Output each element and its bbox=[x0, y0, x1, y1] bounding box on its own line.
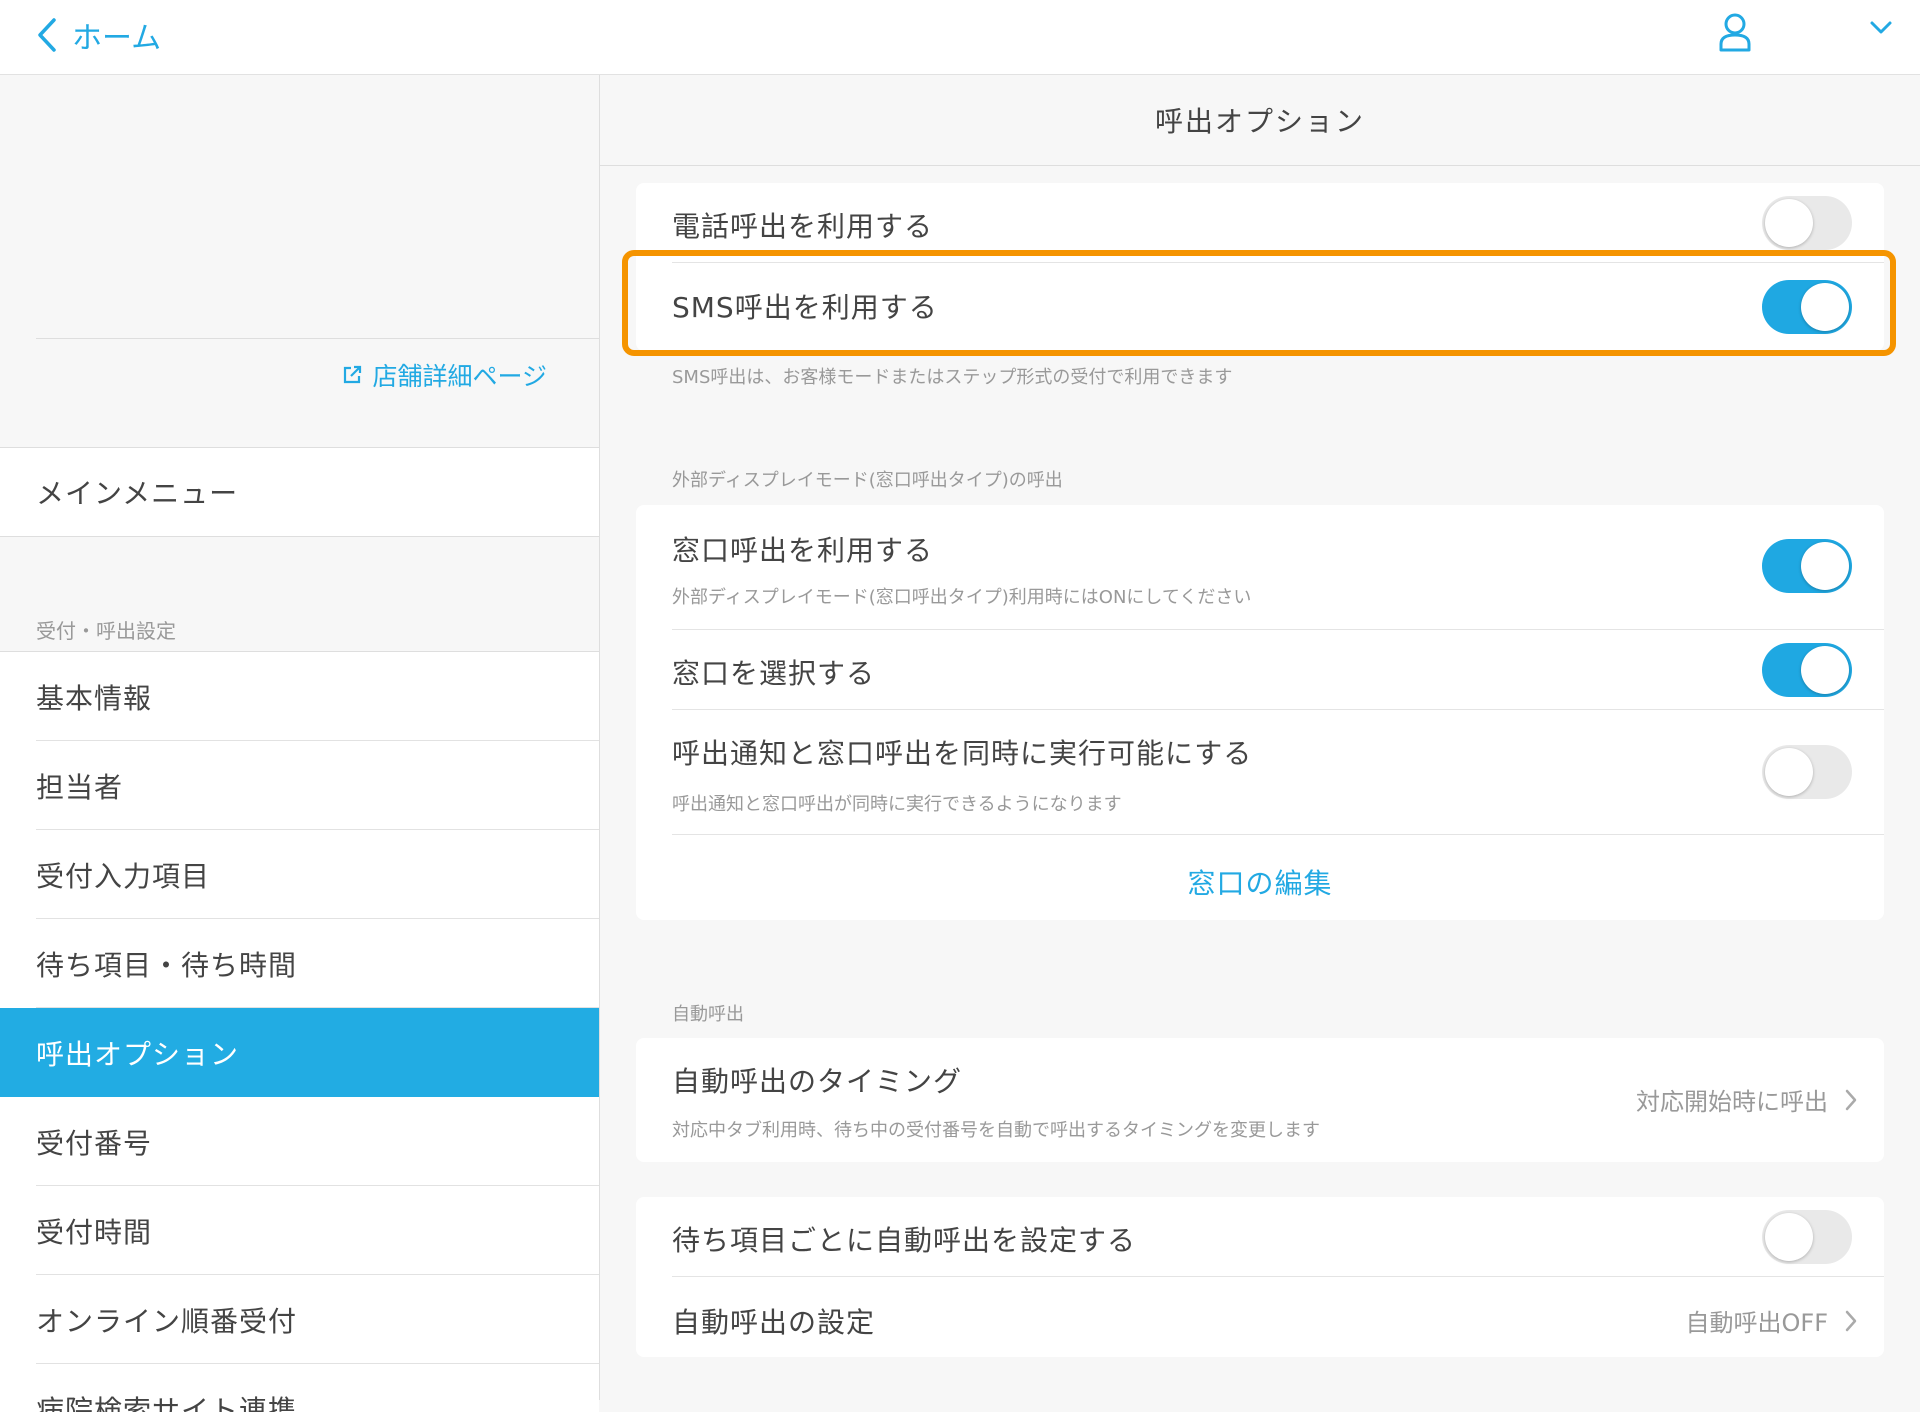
chevron-left-icon bbox=[36, 17, 58, 53]
per-item-auto-row: 待ち項目ごとに自動呼出を設定する bbox=[672, 1197, 1884, 1277]
auto-timing-label: 自動呼出のタイミング bbox=[672, 1060, 962, 1100]
sidebar-item-label: オンライン順番受付 bbox=[36, 1300, 297, 1340]
row-divider bbox=[672, 834, 1884, 835]
window-section-label: 外部ディスプレイモード(窓口呼出タイプ)の呼出 bbox=[672, 466, 1063, 492]
sms-note: SMS呼出は、お客様モードまたはステップ形式の受付で利用できます bbox=[672, 363, 1232, 389]
auto-section-label: 自動呼出 bbox=[672, 1000, 744, 1026]
sidebar-divider bbox=[36, 338, 599, 339]
sms-call-toggle[interactable] bbox=[1762, 280, 1852, 334]
window-call-card: 窓口呼出を利用する 外部ディスプレイモード(窓口呼出タイプ)利用時にはONにして… bbox=[636, 505, 1884, 920]
use-window-call-toggle[interactable] bbox=[1762, 539, 1852, 593]
sidebar-item-label: 担当者 bbox=[36, 766, 123, 806]
call-settings-card: 電話呼出を利用する SMS呼出を利用する bbox=[636, 183, 1884, 351]
main-menu-label: メインメニュー bbox=[36, 472, 238, 512]
toggle-knob bbox=[1765, 199, 1813, 247]
auto-settings-row[interactable]: 自動呼出の設定 自動呼出OFF bbox=[672, 1277, 1884, 1357]
main-content: 呼出オプション 電話呼出を利用する SMS呼出を利用する SMS呼出は、お客様モ… bbox=[600, 75, 1920, 1400]
phone-call-label: 電話呼出を利用する bbox=[672, 205, 933, 245]
sidebar-item-call-options[interactable]: 呼出オプション bbox=[0, 1008, 599, 1097]
sidebar-item-reception-number[interactable]: 受付番号 bbox=[0, 1097, 599, 1186]
use-window-call-row: 窓口呼出を利用する 外部ディスプレイモード(窓口呼出タイプ)利用時にはONにして… bbox=[672, 505, 1884, 630]
sidebar: 店舗詳細ページ メインメニュー 受付・呼出設定 基本情報 担当者 受付入力項目 … bbox=[0, 75, 600, 1400]
toggle-knob bbox=[1801, 646, 1849, 694]
section-label: 受付・呼出設定 bbox=[36, 615, 176, 644]
auto-settings-label: 自動呼出の設定 bbox=[672, 1301, 875, 1341]
auto-timing-row: 自動呼出のタイミング 対応中タブ利用時、待ち中の受付番号を自動で呼出するタイミン… bbox=[672, 1038, 1884, 1162]
sidebar-item-staff[interactable]: 担当者 bbox=[0, 741, 599, 830]
toggle-knob bbox=[1801, 283, 1849, 331]
auto-settings-value[interactable]: 自動呼出OFF bbox=[1686, 1303, 1859, 1338]
sidebar-item-label: 病院検索サイト連携 bbox=[36, 1389, 297, 1412]
simultaneous-toggle[interactable] bbox=[1762, 745, 1852, 799]
auto-timing-card[interactable]: 自動呼出のタイミング 対応中タブ利用時、待ち中の受付番号を自動で呼出するタイミン… bbox=[636, 1038, 1884, 1162]
select-window-row: 窓口を選択する bbox=[672, 630, 1884, 710]
sidebar-item-reception-time[interactable]: 受付時間 bbox=[0, 1186, 599, 1275]
sidebar-item-online-queue[interactable]: オンライン順番受付 bbox=[0, 1275, 599, 1364]
use-window-call-label: 窓口呼出を利用する bbox=[672, 529, 933, 569]
per-item-auto-toggle[interactable] bbox=[1762, 1210, 1852, 1264]
sidebar-item-hospital-search[interactable]: 病院検索サイト連携 bbox=[0, 1364, 599, 1412]
phone-call-toggle[interactable] bbox=[1762, 196, 1852, 250]
chevron-right-icon bbox=[1844, 1088, 1858, 1112]
per-item-auto-label: 待ち項目ごとに自動呼出を設定する bbox=[672, 1219, 1136, 1259]
select-window-toggle[interactable] bbox=[1762, 643, 1852, 697]
toggle-knob bbox=[1765, 1213, 1813, 1261]
sidebar-item-label: 待ち項目・待ち時間 bbox=[36, 944, 297, 984]
edit-window-link[interactable]: 窓口の編集 bbox=[636, 862, 1884, 902]
sidebar-item-reception-fields[interactable]: 受付入力項目 bbox=[0, 830, 599, 919]
simultaneous-row: 呼出通知と窓口呼出を同時に実行可能にする 呼出通知と窓口呼出が同時に実行できるよ… bbox=[672, 710, 1884, 835]
external-link-icon bbox=[342, 365, 362, 385]
chevron-down-icon[interactable] bbox=[1868, 18, 1894, 38]
sidebar-item-wait-items[interactable]: 待ち項目・待ち時間 bbox=[0, 919, 599, 1008]
simultaneous-sub: 呼出通知と窓口呼出が同時に実行できるようになります bbox=[672, 790, 1122, 816]
auto-timing-value[interactable]: 対応開始時に呼出 bbox=[1636, 1082, 1858, 1117]
sidebar-item-label: 受付時間 bbox=[36, 1211, 152, 1251]
toggle-knob bbox=[1801, 542, 1849, 590]
toggle-knob bbox=[1765, 748, 1813, 796]
sidebar-item-label: 受付番号 bbox=[36, 1122, 152, 1162]
sms-call-row: SMS呼出を利用する bbox=[672, 263, 1884, 351]
sidebar-item-label: 基本情報 bbox=[36, 677, 152, 717]
back-home-button[interactable]: ホーム bbox=[36, 10, 161, 60]
sms-call-label: SMS呼出を利用する bbox=[672, 286, 938, 326]
sidebar-item-label: 受付入力項目 bbox=[36, 855, 210, 895]
top-navigation-bar: ホーム bbox=[0, 0, 1920, 75]
chevron-right-icon bbox=[1844, 1309, 1858, 1333]
store-detail-link[interactable]: 店舗詳細ページ bbox=[342, 357, 547, 393]
settings-menu: 基本情報 担当者 受付入力項目 待ち項目・待ち時間 呼出オプション 受付番号 受… bbox=[0, 651, 599, 1412]
user-icon[interactable] bbox=[1718, 12, 1752, 52]
sidebar-item-basic-info[interactable]: 基本情報 bbox=[0, 652, 599, 741]
auto-settings-card: 待ち項目ごとに自動呼出を設定する 自動呼出の設定 自動呼出OFF bbox=[636, 1197, 1884, 1357]
page-title: 呼出オプション bbox=[600, 75, 1920, 166]
store-link-label: 店舗詳細ページ bbox=[372, 357, 547, 393]
back-label: ホーム bbox=[72, 13, 161, 57]
use-window-call-sub: 外部ディスプレイモード(窓口呼出タイプ)利用時にはONにしてください bbox=[672, 583, 1251, 609]
main-menu-item[interactable]: メインメニュー bbox=[0, 447, 599, 537]
select-window-label: 窓口を選択する bbox=[672, 652, 875, 692]
auto-settings-value-text: 自動呼出OFF bbox=[1686, 1303, 1829, 1338]
simultaneous-label: 呼出通知と窓口呼出を同時に実行可能にする bbox=[672, 732, 1252, 772]
auto-timing-sub: 対応中タブ利用時、待ち中の受付番号を自動で呼出するタイミングを変更します bbox=[672, 1116, 1320, 1142]
sidebar-item-label: 呼出オプション bbox=[36, 1033, 239, 1073]
auto-timing-value-text: 対応開始時に呼出 bbox=[1636, 1082, 1828, 1117]
phone-call-row: 電話呼出を利用する bbox=[672, 183, 1884, 263]
